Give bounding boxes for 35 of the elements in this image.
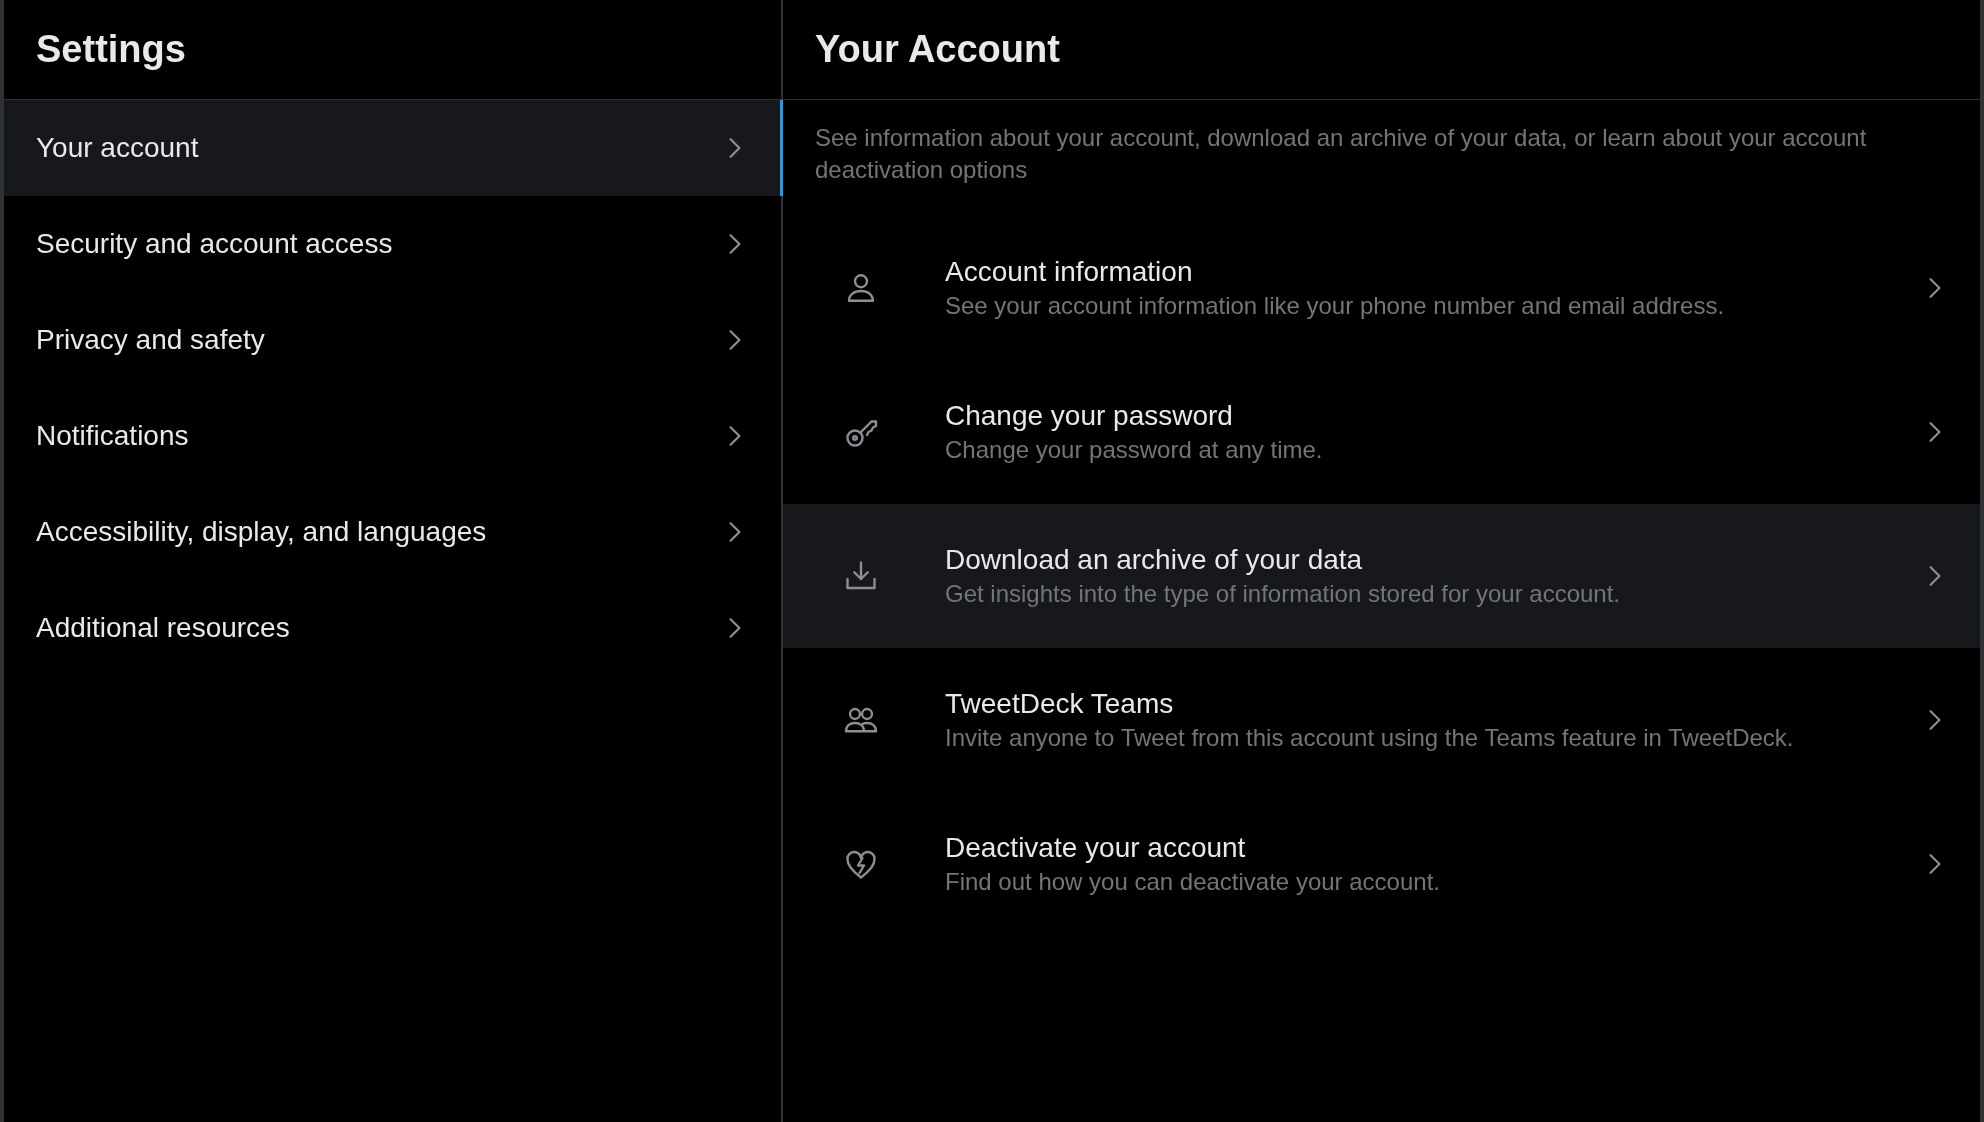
item-title: Deactivate your account [945, 831, 1247, 865]
settings-item[interactable]: Deactivate your account Find out how you can deactivate your account. [783, 792, 1980, 936]
chevron-right-icon [728, 521, 742, 543]
sidebar-item[interactable]: Additional resources [4, 580, 783, 676]
item-subtitle: Find out how you can deactivate your account. [945, 867, 1441, 897]
sidebar-item[interactable]: Security and account access [4, 196, 783, 292]
panel-title: Your Account [815, 28, 1060, 71]
panel-title: Settings [36, 28, 186, 71]
sidebar-item[interactable]: Notifications [4, 388, 783, 484]
chevron-right-icon [1928, 853, 1942, 875]
description-text: See information about your account, download an archive of your data, or learn about your account deactivation options [814, 123, 1868, 185]
item-subtitle: Get insights into the type of information stored for your account. [945, 579, 1622, 609]
chevron-right-icon [728, 233, 742, 255]
chevron-right-icon [1928, 421, 1942, 443]
settings-item[interactable]: Download an archive of your data Get insights into the type of information stored for your account. [783, 504, 1980, 648]
settings-item[interactable]: Account information See your account information like your phone number and email address. [783, 216, 1980, 360]
item-title: Change your password [945, 399, 1234, 433]
item-subtitle: Change your password at any time. [945, 435, 1324, 465]
settings-item[interactable]: TweetDeck Teams Invite anyone to Tweet from this account using the Teams feature in TweetDeck. [783, 648, 1980, 792]
item-title: Account information [945, 255, 1194, 289]
item-subtitle: See your account information like your phone number and email address. [945, 291, 1726, 321]
sidebar-item[interactable]: Accessibility, display, and languages [4, 484, 783, 580]
chevron-right-icon [1928, 709, 1942, 731]
chevron-right-icon [1928, 277, 1942, 299]
chevron-right-icon [728, 617, 742, 639]
chevron-right-icon [728, 329, 742, 351]
chevron-right-icon [728, 425, 742, 447]
sidebar-item[interactable]: Privacy and safety [4, 292, 783, 388]
chevron-right-icon [728, 137, 742, 159]
settings-item[interactable]: Change your password Change your password at any time. [783, 360, 1980, 504]
item-subtitle: Invite anyone to Tweet from this account using the Teams feature in TweetDeck. [945, 723, 1795, 753]
sidebar-item[interactable]: Your account [4, 100, 783, 196]
chevron-right-icon [1928, 565, 1942, 587]
item-title: TweetDeck Teams [945, 687, 1175, 721]
item-title: Download an archive of your data [945, 543, 1364, 577]
